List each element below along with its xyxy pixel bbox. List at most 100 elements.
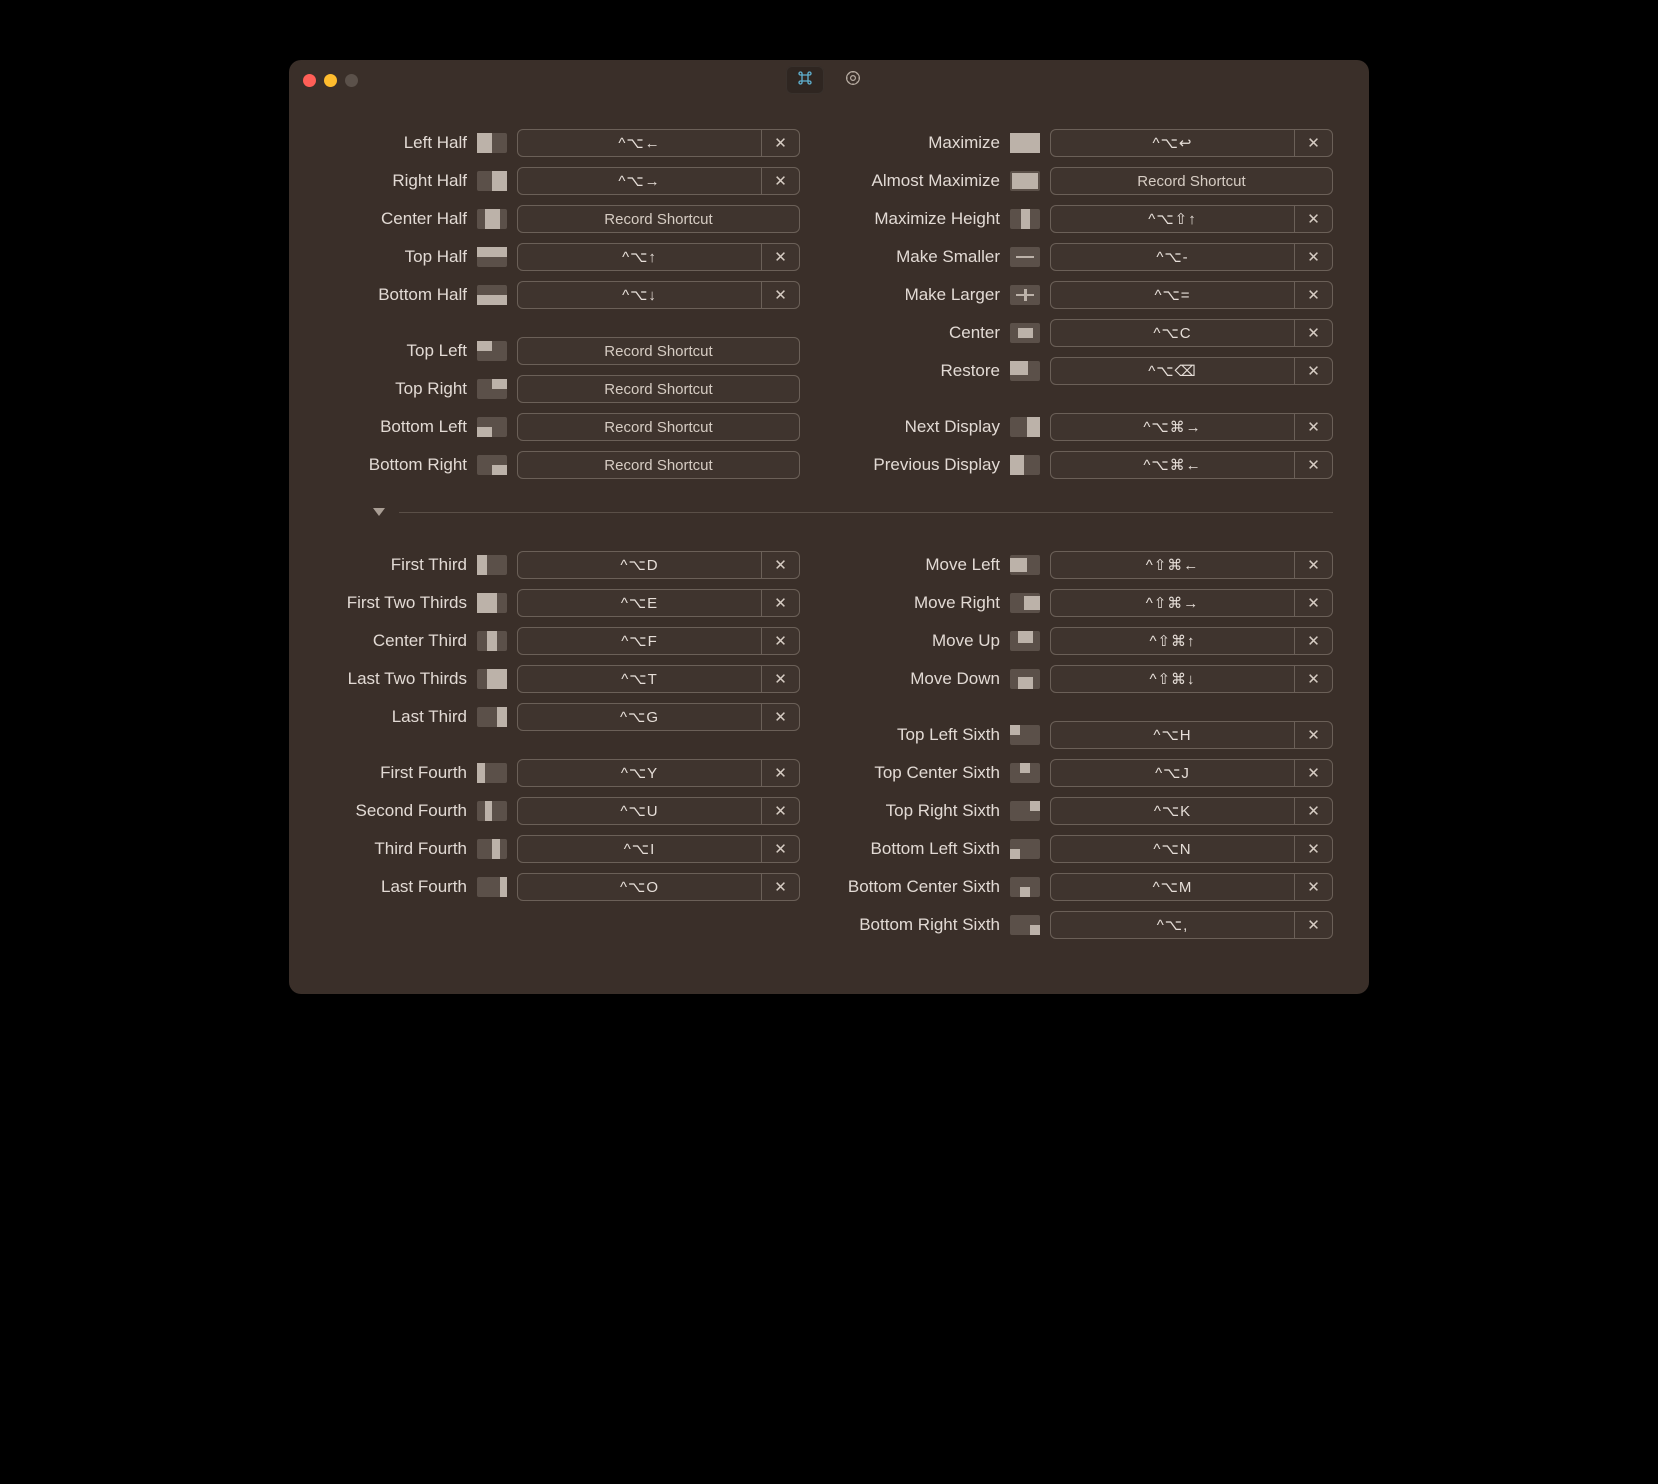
record-shortcut-label: Record Shortcut bbox=[518, 338, 799, 364]
shortcut-value: ^⌥C bbox=[1051, 320, 1294, 346]
shortcut-field[interactable]: ^⌥K✕ bbox=[1050, 797, 1333, 825]
shortcut-row: Restore^⌥⌫✕ bbox=[840, 352, 1333, 390]
clear-shortcut-button[interactable]: ✕ bbox=[761, 628, 799, 654]
shortcut-field[interactable]: ^⌥,✕ bbox=[1050, 911, 1333, 939]
left-column-top: Left Half^⌥←✕Right Half^⌥→✕Center HalfRe… bbox=[307, 124, 800, 484]
record-shortcut-button[interactable]: Record Shortcut bbox=[517, 413, 800, 441]
clear-shortcut-button[interactable]: ✕ bbox=[761, 590, 799, 616]
shortcut-field[interactable]: ^⇧⌘↑✕ bbox=[1050, 627, 1333, 655]
shortcut-label: Almost Maximize bbox=[840, 171, 1000, 191]
shortcut-field[interactable]: ^⌥⌘→✕ bbox=[1050, 413, 1333, 441]
shortcut-value: ^⇧⌘↑ bbox=[1051, 628, 1294, 654]
toolbar-tabs bbox=[289, 60, 1369, 100]
clear-shortcut-button[interactable]: ✕ bbox=[1294, 666, 1332, 692]
shortcut-row: First Third^⌥D✕ bbox=[307, 546, 800, 584]
gear-icon bbox=[844, 69, 862, 92]
shortcut-row: Last Fourth^⌥O✕ bbox=[307, 868, 800, 906]
record-shortcut-button[interactable]: Record Shortcut bbox=[517, 375, 800, 403]
shortcut-value: ^⌥N bbox=[1051, 836, 1294, 862]
shortcut-field[interactable]: ^⌥⌫✕ bbox=[1050, 357, 1333, 385]
shortcut-field[interactable]: ^⌥←✕ bbox=[517, 129, 800, 157]
shortcut-field[interactable]: ^⌥D✕ bbox=[517, 551, 800, 579]
shortcut-field[interactable]: ^⌥I✕ bbox=[517, 835, 800, 863]
shortcut-field[interactable]: ^⌥=✕ bbox=[1050, 281, 1333, 309]
clear-shortcut-button[interactable]: ✕ bbox=[761, 666, 799, 692]
tab-shortcuts[interactable] bbox=[786, 66, 824, 94]
clear-shortcut-button[interactable]: ✕ bbox=[761, 552, 799, 578]
clear-shortcut-button[interactable]: ✕ bbox=[761, 836, 799, 862]
clear-shortcut-button[interactable]: ✕ bbox=[1294, 130, 1332, 156]
shortcut-label: Maximize Height bbox=[840, 209, 1000, 229]
shortcut-field[interactable]: ^⌥G✕ bbox=[517, 703, 800, 731]
clear-shortcut-button[interactable]: ✕ bbox=[1294, 206, 1332, 232]
shortcut-field[interactable]: ^⌥U✕ bbox=[517, 797, 800, 825]
clear-shortcut-button[interactable]: ✕ bbox=[1294, 244, 1332, 270]
record-shortcut-button[interactable]: Record Shortcut bbox=[517, 205, 800, 233]
clear-shortcut-button[interactable]: ✕ bbox=[1294, 320, 1332, 346]
clear-shortcut-button[interactable]: ✕ bbox=[1294, 358, 1332, 384]
clear-shortcut-button[interactable]: ✕ bbox=[761, 282, 799, 308]
shortcut-field[interactable]: ^⌥E✕ bbox=[517, 589, 800, 617]
shortcut-field[interactable]: ^⌥H✕ bbox=[1050, 721, 1333, 749]
shortcut-field[interactable]: ^⇧⌘↓✕ bbox=[1050, 665, 1333, 693]
shortcut-value: ^⌥J bbox=[1051, 760, 1294, 786]
shortcut-field[interactable]: ^⌥T✕ bbox=[517, 665, 800, 693]
shortcut-field[interactable]: ^⌥Y✕ bbox=[517, 759, 800, 787]
clear-shortcut-button[interactable]: ✕ bbox=[761, 798, 799, 824]
shortcut-row: Center^⌥C✕ bbox=[840, 314, 1333, 352]
clear-shortcut-button[interactable]: ✕ bbox=[1294, 912, 1332, 938]
clear-shortcut-button[interactable]: ✕ bbox=[1294, 760, 1332, 786]
clear-shortcut-button[interactable]: ✕ bbox=[1294, 282, 1332, 308]
clear-shortcut-button[interactable]: ✕ bbox=[761, 874, 799, 900]
shortcut-field[interactable]: ^⌥↓✕ bbox=[517, 281, 800, 309]
shortcut-field[interactable]: ^⌥C✕ bbox=[1050, 319, 1333, 347]
clear-shortcut-button[interactable]: ✕ bbox=[1294, 798, 1332, 824]
clear-shortcut-button[interactable]: ✕ bbox=[761, 704, 799, 730]
clear-shortcut-button[interactable]: ✕ bbox=[1294, 836, 1332, 862]
shortcut-field[interactable]: ^⌥J✕ bbox=[1050, 759, 1333, 787]
move-up-icon bbox=[1010, 631, 1040, 651]
first-two-thirds-icon bbox=[477, 593, 507, 613]
group-spacer bbox=[307, 736, 800, 754]
shortcut-label: Bottom Half bbox=[307, 285, 467, 305]
clear-shortcut-button[interactable]: ✕ bbox=[1294, 452, 1332, 478]
record-shortcut-button[interactable]: Record Shortcut bbox=[1050, 167, 1333, 195]
clear-shortcut-button[interactable]: ✕ bbox=[1294, 414, 1332, 440]
shortcut-field[interactable]: ^⌥↑✕ bbox=[517, 243, 800, 271]
shortcut-row: First Two Thirds^⌥E✕ bbox=[307, 584, 800, 622]
shortcut-field[interactable]: ^⌥-✕ bbox=[1050, 243, 1333, 271]
clear-shortcut-button[interactable]: ✕ bbox=[1294, 552, 1332, 578]
shortcut-value: ^⌥F bbox=[518, 628, 761, 654]
shortcut-field[interactable]: ^⌥F✕ bbox=[517, 627, 800, 655]
shortcut-value: ^⌥↓ bbox=[518, 282, 761, 308]
shortcut-value: ^⌥T bbox=[518, 666, 761, 692]
right-half-icon bbox=[477, 171, 507, 191]
shortcut-field[interactable]: ^⌥↩✕ bbox=[1050, 129, 1333, 157]
clear-shortcut-button[interactable]: ✕ bbox=[1294, 722, 1332, 748]
shortcut-field[interactable]: ^⌥⇧↑✕ bbox=[1050, 205, 1333, 233]
record-shortcut-button[interactable]: Record Shortcut bbox=[517, 451, 800, 479]
shortcut-field[interactable]: ^⌥⌘←✕ bbox=[1050, 451, 1333, 479]
clear-shortcut-button[interactable]: ✕ bbox=[1294, 590, 1332, 616]
clear-shortcut-button[interactable]: ✕ bbox=[761, 130, 799, 156]
shortcut-row: Move Left^⇧⌘←✕ bbox=[840, 546, 1333, 584]
shortcut-field[interactable]: ^⌥O✕ bbox=[517, 873, 800, 901]
shortcut-field[interactable]: ^⌥→✕ bbox=[517, 167, 800, 195]
tab-settings[interactable] bbox=[834, 66, 872, 94]
bottom-right-icon bbox=[477, 455, 507, 475]
shortcut-field[interactable]: ^⌥N✕ bbox=[1050, 835, 1333, 863]
shortcut-label: Make Smaller bbox=[840, 247, 1000, 267]
clear-shortcut-button[interactable]: ✕ bbox=[1294, 628, 1332, 654]
shortcut-label: First Fourth bbox=[307, 763, 467, 783]
record-shortcut-button[interactable]: Record Shortcut bbox=[517, 337, 800, 365]
shortcut-row: Top Center Sixth^⌥J✕ bbox=[840, 754, 1333, 792]
shortcut-field[interactable]: ^⌥M✕ bbox=[1050, 873, 1333, 901]
shortcut-field[interactable]: ^⇧⌘←✕ bbox=[1050, 551, 1333, 579]
disclosure-triangle-icon[interactable] bbox=[373, 508, 385, 516]
clear-shortcut-button[interactable]: ✕ bbox=[761, 760, 799, 786]
shortcut-field[interactable]: ^⇧⌘→✕ bbox=[1050, 589, 1333, 617]
shortcut-row: Bottom Right Sixth^⌥,✕ bbox=[840, 906, 1333, 944]
clear-shortcut-button[interactable]: ✕ bbox=[761, 244, 799, 270]
clear-shortcut-button[interactable]: ✕ bbox=[761, 168, 799, 194]
clear-shortcut-button[interactable]: ✕ bbox=[1294, 874, 1332, 900]
